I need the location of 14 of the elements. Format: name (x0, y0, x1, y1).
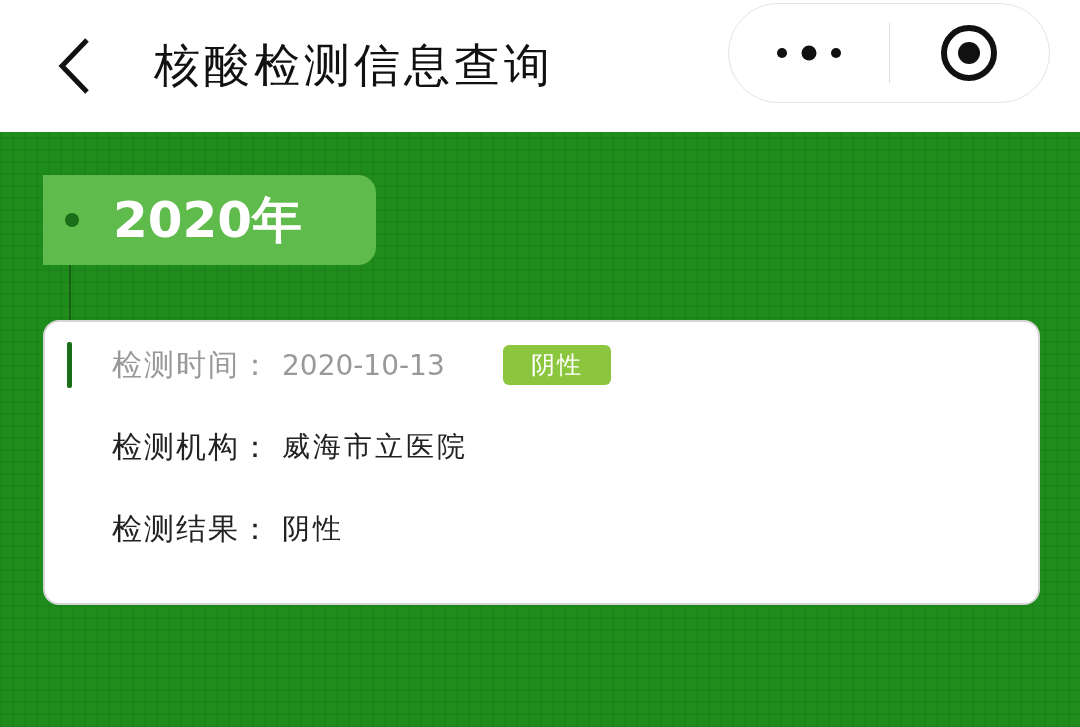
back-icon (57, 37, 91, 95)
timeline-dot (65, 213, 79, 227)
page-title: 核酸检测信息查询 (154, 37, 555, 94)
field-label: 检测结果： (112, 509, 272, 548)
result-tag: 阴性 (502, 345, 611, 385)
field-value: 威海市立医院 (282, 429, 468, 465)
accent-bar (67, 342, 72, 388)
year-label: 2020年 (113, 189, 303, 251)
field-label: 检测机构： (112, 427, 272, 466)
field-value: 阴性 (282, 511, 344, 547)
target-icon (939, 23, 1000, 83)
field-value: 2020-10-13 (282, 348, 445, 382)
more-icon (775, 45, 842, 61)
field-label: 检测时间： (112, 345, 272, 384)
